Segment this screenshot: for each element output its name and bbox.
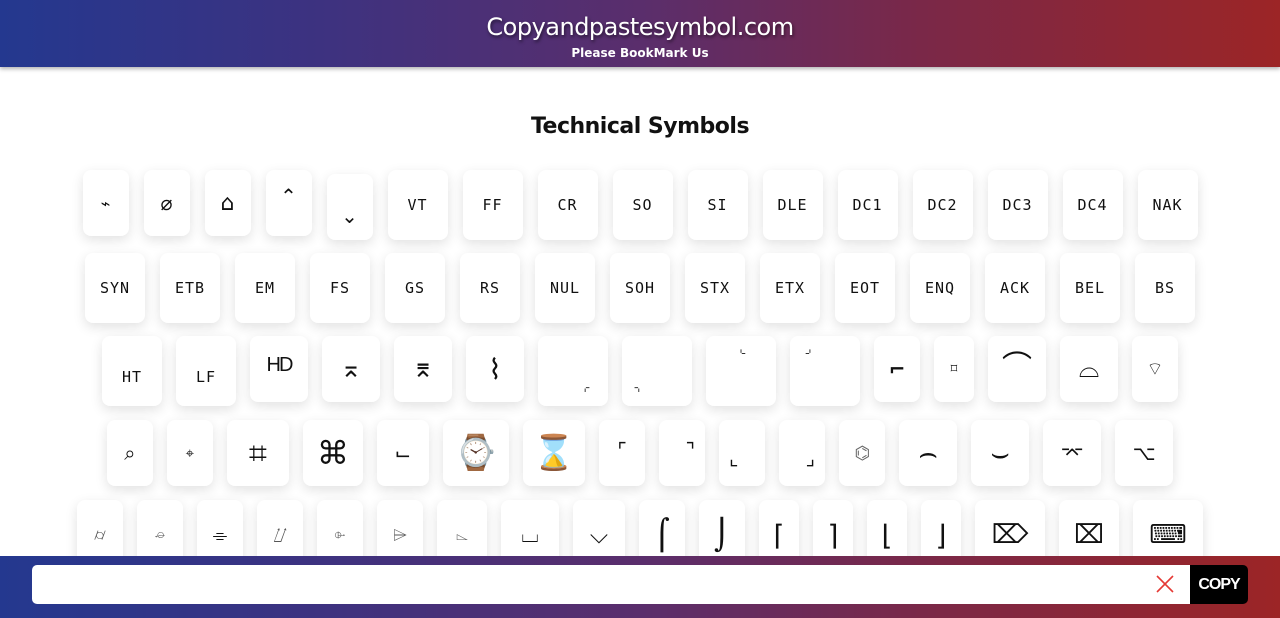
- symbol-row: ⌭ ⌮ ⌯ ⌰ ⌱ ⌲ ⌳ ⌴ ⌵ ⌠ ⌡ ⌈ ⌉ ⌊ ⌋ ⌦ ⌧ ⌨: [0, 500, 1280, 556]
- symbol-key[interactable]: FS: [310, 253, 370, 323]
- symbol-key[interactable]: ⌐: [874, 336, 920, 402]
- symbol-key[interactable]: VT: [387, 170, 448, 240]
- symbol-key[interactable]: ⌆: [394, 336, 452, 402]
- symbol-key[interactable]: ⌝: [659, 420, 706, 486]
- symbol-key[interactable]: ⌵: [573, 500, 625, 556]
- symbol-key[interactable]: EOT: [835, 253, 895, 323]
- symbol-key[interactable]: NAK: [1137, 170, 1198, 240]
- copy-button[interactable]: COPY: [1190, 565, 1248, 604]
- symbol-key[interactable]: EM: [235, 253, 295, 323]
- symbol-key[interactable]: ⌙: [376, 420, 429, 486]
- symbol-key[interactable]: ⌱: [317, 500, 363, 556]
- symbol-key[interactable]: ⌑: [934, 336, 974, 402]
- symbol-key[interactable]: ⌗: [226, 420, 289, 486]
- symbol-key[interactable]: ⌠: [639, 500, 685, 556]
- symbol-key[interactable]: SO: [612, 170, 673, 240]
- symbol-key[interactable]: ⌃: [265, 170, 312, 236]
- symbol-key[interactable]: ⌬: [839, 420, 886, 486]
- symbol-key[interactable]: ⌴: [501, 500, 559, 556]
- symbol-key[interactable]: ⌁: [82, 170, 129, 236]
- symbol-key[interactable]: BEL: [1060, 253, 1120, 323]
- symbol-key[interactable]: ⌖: [166, 420, 213, 486]
- symbol-key[interactable]: ⌋: [921, 500, 961, 556]
- symbol-key[interactable]: ⌚: [442, 420, 509, 486]
- symbol-key[interactable]: ⌡: [699, 500, 745, 556]
- symbol-key[interactable]: ⌲: [377, 500, 423, 556]
- symbol-key[interactable]: ⌥: [1115, 420, 1174, 486]
- symbol-key[interactable]: ⌀: [143, 170, 190, 236]
- symbol-key[interactable]: FF: [462, 170, 523, 240]
- close-icon[interactable]: [1155, 574, 1175, 594]
- symbol-key[interactable]: ⌒: [988, 336, 1046, 402]
- symbol-key[interactable]: BS: [1135, 253, 1195, 323]
- symbol-key[interactable]: DC1: [837, 170, 898, 240]
- symbol-key[interactable]: ⌛: [522, 420, 586, 486]
- symbol-key[interactable]: ⌣: [971, 420, 1030, 486]
- symbol-key[interactable]: ENQ: [910, 253, 970, 323]
- symbol-key[interactable]: ⌰: [257, 500, 303, 556]
- symbol-grid: ⌁ ⌀ ⌂ ⌃ ⌄ VT FF CR SO SI DLE DC1 DC2 DC3…: [0, 0, 1280, 556]
- symbol-key[interactable]: HD: [250, 336, 308, 402]
- symbol-key[interactable]: ⌞: [719, 420, 766, 486]
- symbol-key[interactable]: ⌤: [1043, 420, 1102, 486]
- symbol-key[interactable]: ⌈: [759, 500, 799, 556]
- symbol-key[interactable]: ⌧: [1059, 500, 1119, 556]
- symbol-key[interactable]: ⌜: [599, 420, 646, 486]
- symbol-key[interactable]: HT: [102, 336, 162, 406]
- symbol-key[interactable]: ⌓: [1060, 336, 1118, 402]
- symbol-key[interactable]: ETX: [760, 253, 820, 323]
- symbol-key[interactable]: ⌅: [322, 336, 380, 402]
- symbol-key[interactable]: RS: [460, 253, 520, 323]
- symbol-row: HT LF HD ⌅ ⌆ ⌇ ⌌ ⌍ ⌎ ⌏ ⌐ ⌑ ⌒ ⌓ ⌔: [0, 336, 1280, 406]
- symbol-key[interactable]: DC2: [912, 170, 973, 240]
- symbol-key[interactable]: DC4: [1062, 170, 1123, 240]
- symbol-key[interactable]: ⌕: [106, 420, 153, 486]
- symbol-key[interactable]: ⌳: [437, 500, 487, 556]
- symbol-key[interactable]: CR: [537, 170, 598, 240]
- symbol-key[interactable]: ⌌: [538, 336, 608, 406]
- site-title[interactable]: Copyandpastesymbol.com: [0, 0, 1280, 42]
- symbol-key[interactable]: ⌨: [1133, 500, 1203, 556]
- symbol-row: ⌁ ⌀ ⌂ ⌃ ⌄ VT FF CR SO SI DLE DC1 DC2 DC3…: [0, 170, 1280, 240]
- symbol-key[interactable]: STX: [685, 253, 745, 323]
- symbol-key[interactable]: ⌭: [77, 500, 123, 556]
- symbol-key[interactable]: NUL: [535, 253, 595, 323]
- symbol-key[interactable]: ⌔: [1132, 336, 1178, 402]
- symbol-key[interactable]: DC3: [987, 170, 1048, 240]
- symbol-key[interactable]: ⌦: [975, 500, 1045, 556]
- symbol-key[interactable]: ⌉: [813, 500, 853, 556]
- symbol-row: ⌕ ⌖ ⌗ ⌘ ⌙ ⌚ ⌛ ⌜ ⌝ ⌞ ⌟ ⌬ ⌢ ⌣ ⌤ ⌥: [0, 420, 1280, 486]
- symbol-row: SYN ETB EM FS GS RS NUL SOH STX ETX EOT …: [0, 253, 1280, 323]
- copied-symbols-input[interactable]: [32, 565, 1192, 604]
- symbol-key[interactable]: ⌮: [137, 500, 183, 556]
- symbol-key[interactable]: ⌘: [302, 420, 363, 486]
- symbol-key[interactable]: ACK: [985, 253, 1045, 323]
- symbol-key[interactable]: DLE: [762, 170, 823, 240]
- symbol-key[interactable]: ⌢: [899, 420, 958, 486]
- symbol-key[interactable]: ⌟: [779, 420, 826, 486]
- symbol-key[interactable]: ⌏: [790, 336, 860, 406]
- symbol-key[interactable]: ⌊: [867, 500, 907, 556]
- symbol-key[interactable]: ETB: [160, 253, 220, 323]
- symbol-key[interactable]: ⌄: [326, 174, 373, 240]
- copy-bar: COPY: [0, 556, 1280, 618]
- symbol-key[interactable]: GS: [385, 253, 445, 323]
- symbol-key[interactable]: ⌇: [466, 336, 524, 402]
- symbol-key[interactable]: SYN: [85, 253, 145, 323]
- symbol-key[interactable]: ⌂: [204, 170, 251, 236]
- bookmark-tagline: Please BookMark Us: [571, 46, 709, 60]
- site-header: Copyandpastesymbol.com Please BookMark U…: [0, 0, 1280, 67]
- symbol-key[interactable]: SOH: [610, 253, 670, 323]
- symbol-key[interactable]: LF: [176, 336, 236, 406]
- symbol-key[interactable]: ⌍: [622, 336, 692, 406]
- symbol-key[interactable]: SI: [687, 170, 748, 240]
- symbol-key[interactable]: ⌎: [706, 336, 776, 406]
- symbol-key[interactable]: ⌯: [197, 500, 243, 556]
